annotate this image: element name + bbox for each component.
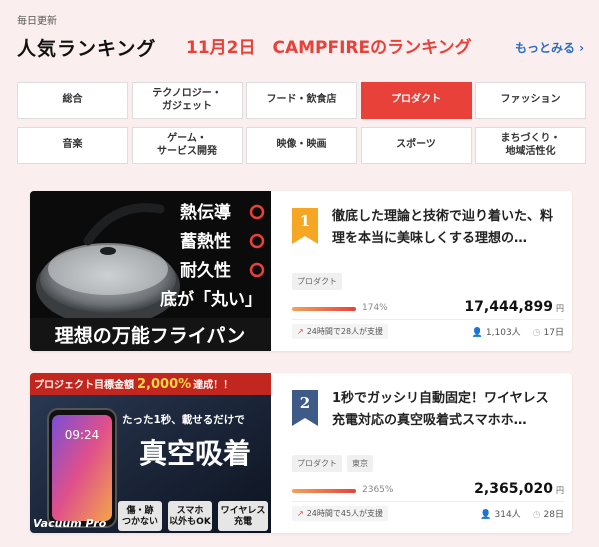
support-24h-badge: ↗ 24時間で28人が支援 [292, 324, 389, 339]
project-card[interactable]: プロジェクト目標金額 2,000% 達成！！ 09:24 たった1秒、載せるだけで … [30, 373, 572, 533]
image-banner: 理想の万能フライパン [55, 324, 246, 347]
catch-copy: たった1秒、載せるだけで [122, 413, 245, 426]
project-tags: プロダクト 東京 [292, 455, 373, 472]
tab-product[interactable]: プロダクト [360, 82, 472, 119]
svg-text:プロジェクト目標金額2,000%達成！！: プロジェクト目標金額 2,000% 達成！！ [34, 377, 233, 392]
project-title[interactable]: 徹底した理論と技術で辿り着いた、料理を本当に美味しくする理想の… [332, 206, 558, 250]
image-text-line3: 耐久性 [180, 260, 231, 281]
backers: 👤 314人 [480, 507, 520, 520]
tab-sports[interactable]: スポーツ [360, 127, 472, 164]
project-card[interactable]: 熱伝導 蓄熱性 耐久性 底が「丸い」 理想の万能フライパン 1 徹底した理論と技… [30, 191, 572, 351]
divider [292, 501, 564, 502]
rank-badge: 1 [292, 208, 318, 244]
backers-count: 314人 [494, 510, 521, 520]
goal-banner-pre: プロジェクト目標金額 [34, 378, 134, 391]
big-copy: 真空吸着 [139, 437, 251, 470]
project-title[interactable]: 1秒でガッシリ自動固定！ワイヤレス充電対応の真空吸着式スマホホ… [332, 388, 558, 432]
rank-number: 2 [299, 394, 311, 412]
trend-up-icon: ↗ [297, 327, 304, 336]
rank-badge: 2 [292, 390, 318, 426]
days-left: ◷ 28日 [533, 507, 564, 520]
daily-update-label: 毎日更新 [17, 16, 57, 27]
tab-video-film[interactable]: 映像・映画 [246, 127, 357, 164]
days-left-value: 28日 [543, 510, 564, 520]
category-tabs: 総合 テクノロジー・ ガジェット フード・飲食店 プロダクト ファッション 音楽… [17, 82, 586, 164]
tag[interactable]: プロダクト [292, 273, 342, 290]
tab-technology-gadget[interactable]: テクノロジー・ ガジェット [131, 82, 243, 119]
tab-overall[interactable]: 総合 [17, 82, 128, 119]
image-text-line2: 蓄熱性 [180, 231, 231, 252]
project-stats: 👤 1,103人 ◷ 17日 [472, 325, 564, 338]
amount-value: 17,444,899 [464, 299, 553, 315]
phone-time: 09:24 [65, 428, 100, 442]
currency: 円 [556, 486, 564, 495]
ranking-headline: 11月2日 CAMPFIREのランキング [186, 38, 472, 58]
page-title: 人気ランキング [17, 38, 157, 60]
svg-text:傷・跡つかない: 傷・跡つかない [122, 504, 158, 527]
brand-name: Vacuum Pro [33, 517, 107, 530]
image-text-line1: 熱伝導 [180, 202, 231, 223]
person-icon: 👤 [471, 328, 483, 338]
image-text-line4: 底が「丸い」 [160, 289, 262, 310]
project-thumbnail: 熱伝導 蓄熱性 耐久性 底が「丸い」 理想の万能フライパン [30, 191, 271, 351]
progress-percent: 2365% [362, 485, 394, 495]
tab-game-service[interactable]: ゲーム・ サービス開発 [131, 127, 243, 164]
project-thumbnail: プロジェクト目標金額 2,000% 達成！！ 09:24 たった1秒、載せるだけで … [30, 373, 271, 533]
project-info: 1 徹底した理論と技術で辿り着いた、料理を本当に美味しくする理想の… プロダクト… [292, 191, 564, 351]
progress-bar [292, 307, 356, 311]
goal-amount: 2,000% [137, 377, 191, 392]
days-left-value: 17日 [543, 328, 564, 338]
progress-percent: 174% [362, 303, 388, 313]
badge1: 傷・跡つかない [122, 504, 158, 527]
person-icon: 👤 [480, 510, 492, 520]
progress-bar [292, 489, 356, 493]
amount-value: 2,365,020 [474, 481, 553, 497]
project-stats: 👤 314人 ◷ 28日 [480, 507, 564, 520]
tab-community-regional[interactable]: まちづくり・ 地域活性化 [475, 127, 586, 164]
clock-icon: ◷ [532, 328, 541, 338]
rank-number: 1 [299, 212, 311, 230]
more-link[interactable]: もっとみる › [515, 39, 584, 56]
trend-up-icon: ↗ [297, 509, 304, 518]
currency: 円 [556, 304, 564, 313]
project-tags: プロダクト [292, 273, 342, 290]
divider [292, 319, 564, 320]
backers: 👤 1,103人 [472, 325, 521, 338]
goal-banner-post: 達成！！ [193, 378, 233, 391]
support-24h-text: 24時間で45人が支援 [306, 509, 384, 518]
support-24h-badge: ↗ 24時間で45人が支援 [292, 506, 389, 521]
tab-fashion[interactable]: ファッション [475, 82, 586, 119]
days-left: ◷ 17日 [533, 325, 564, 338]
funded-amount: 17,444,899 円 [464, 299, 564, 315]
tag[interactable]: 東京 [347, 455, 373, 472]
project-info: 2 1秒でガッシリ自動固定！ワイヤレス充電対応の真空吸着式スマホホ… プロダクト… [292, 373, 564, 533]
tag[interactable]: プロダクト [292, 455, 342, 472]
tab-food-restaurant[interactable]: フード・飲食店 [246, 82, 357, 119]
clock-icon: ◷ [532, 510, 541, 520]
funded-amount: 2,365,020 円 [474, 481, 564, 497]
backers-count: 1,103人 [485, 328, 521, 338]
support-24h-text: 24時間で28人が支援 [306, 327, 384, 336]
tab-music[interactable]: 音楽 [17, 127, 128, 164]
